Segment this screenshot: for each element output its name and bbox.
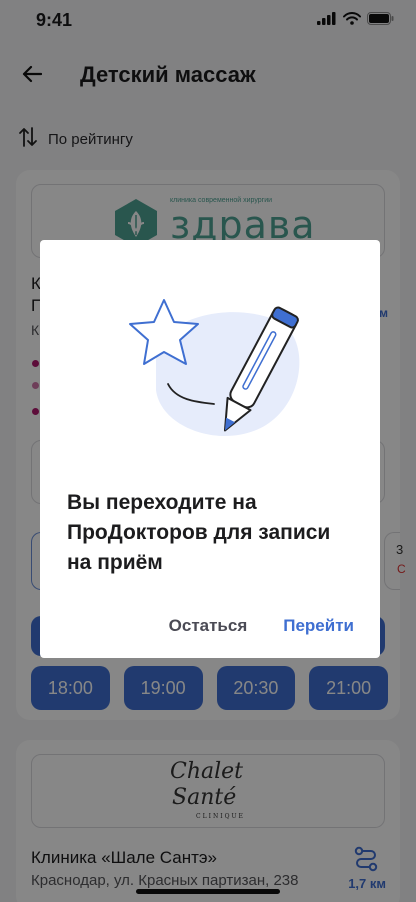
stay-button[interactable]: Остаться	[169, 616, 248, 636]
star-pencil-illustration	[116, 290, 306, 450]
dialog-message: Вы переходите на ПроДокторов для записи …	[67, 491, 331, 574]
redirect-dialog: Вы переходите на ПроДокторов для записи …	[40, 240, 380, 658]
dialog-actions: Остаться Перейти	[169, 616, 354, 636]
go-button[interactable]: Перейти	[283, 616, 354, 636]
